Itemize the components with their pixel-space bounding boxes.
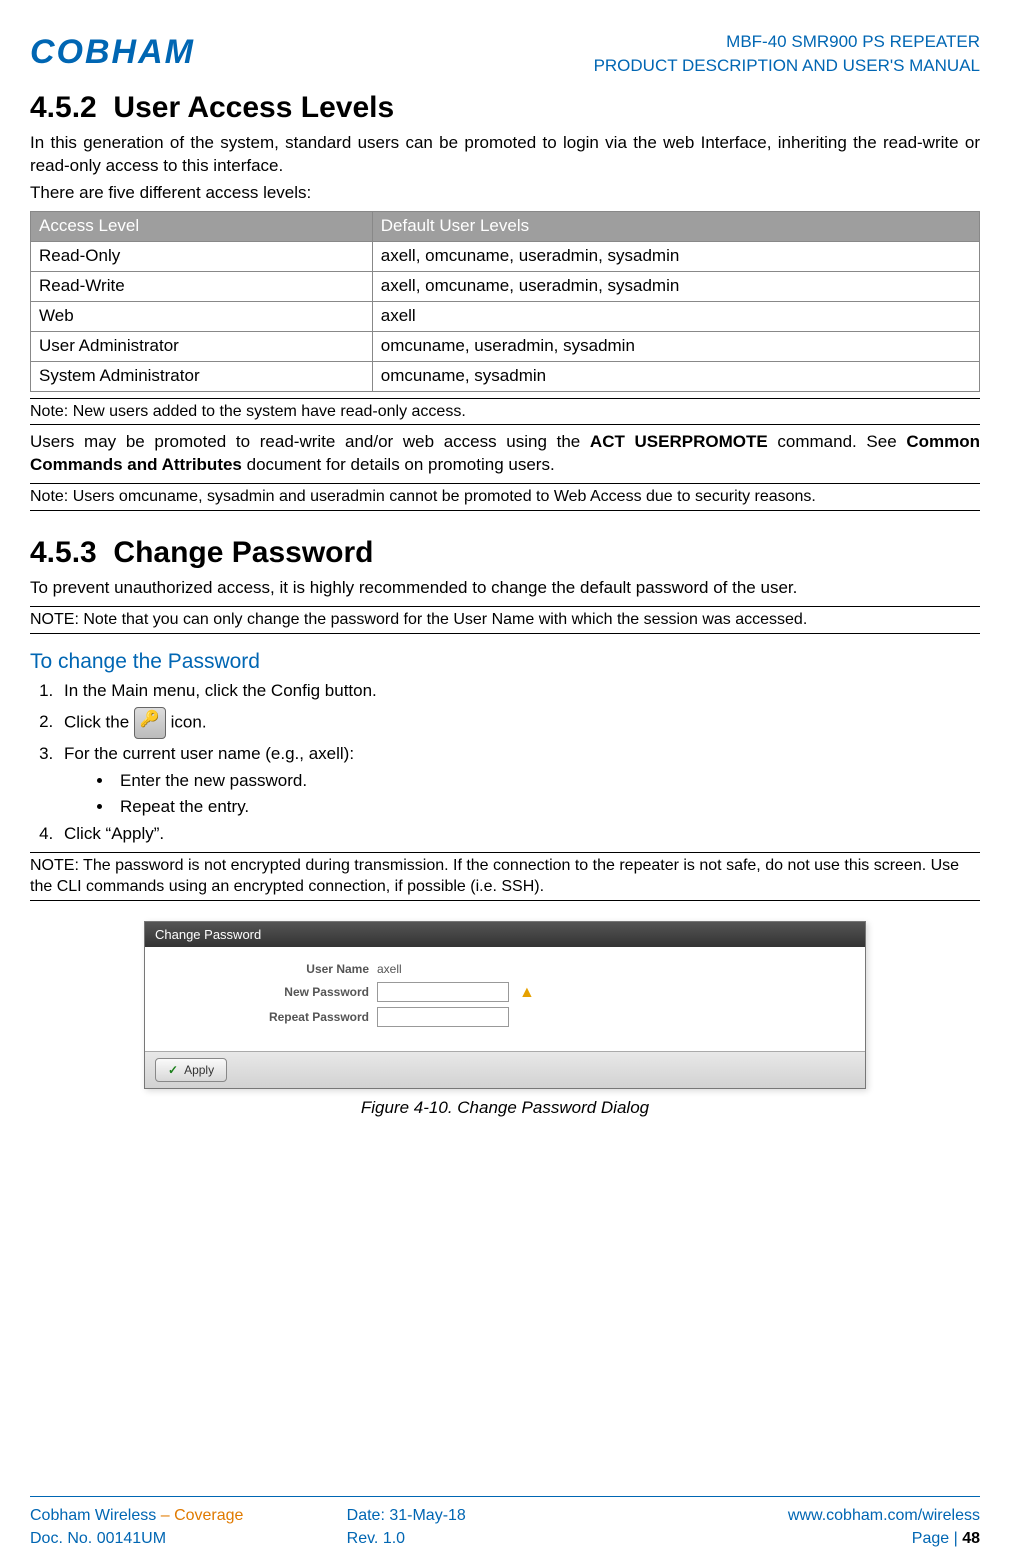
- footer-company-post: Coverage: [174, 1507, 243, 1524]
- table-cell: Read-Write: [31, 271, 373, 301]
- table-cell: axell, omcuname, useradmin, sysadmin: [372, 241, 979, 271]
- step-1: In the Main menu, click the Config butto…: [58, 680, 980, 703]
- table-row: System Administratoromcuname, sysadmin: [31, 361, 980, 391]
- footer-date: 31-May-18: [389, 1507, 465, 1524]
- table-head-0: Access Level: [31, 211, 373, 241]
- text: For the current user name (e.g., axell):: [64, 744, 354, 763]
- table-row: Read-Writeaxell, omcuname, useradmin, sy…: [31, 271, 980, 301]
- table-head-1: Default User Levels: [372, 211, 979, 241]
- note-encryption: NOTE: The password is not encrypted duri…: [30, 852, 980, 901]
- new-password-label: New Password: [169, 984, 369, 1000]
- subhead-change-password: To change the Password: [30, 648, 980, 676]
- table-cell: User Administrator: [31, 331, 373, 361]
- table-row: Read-Onlyaxell, omcuname, useradmin, sys…: [31, 241, 980, 271]
- table-cell: axell, omcuname, useradmin, sysadmin: [372, 271, 979, 301]
- user-name-value: axell: [377, 961, 402, 977]
- section-453-heading: 4.5.3 Change Password: [30, 533, 980, 574]
- section-453-number: 4.5.3: [30, 536, 97, 569]
- section-452-title: User Access Levels: [113, 91, 394, 124]
- text: Users may be promoted to read-write and/…: [30, 432, 590, 451]
- repeat-password-input[interactable]: [377, 1007, 509, 1027]
- section-453-intro: To prevent unauthorized access, it is hi…: [30, 577, 980, 600]
- user-name-label: User Name: [169, 961, 369, 977]
- footer-rev: Rev. 1.0: [347, 1528, 664, 1550]
- table-cell: Read-Only: [31, 241, 373, 271]
- table-cell: omcuname, useradmin, sysadmin: [372, 331, 979, 361]
- apply-label: Apply: [184, 1062, 214, 1078]
- note-new-users: Note: New users added to the system have…: [30, 398, 980, 426]
- table-cell: Web: [31, 301, 373, 331]
- text: command. See: [768, 432, 907, 451]
- table-cell: omcuname, sysadmin: [372, 361, 979, 391]
- step-4: Click “Apply”.: [58, 823, 980, 846]
- change-password-icon: [134, 707, 166, 739]
- brand-logo: COBHAM: [30, 30, 195, 76]
- footer-url: www.cobham.com/wireless: [663, 1505, 980, 1527]
- apply-button[interactable]: ✓ Apply: [155, 1058, 227, 1082]
- footer-company-sep: –: [156, 1507, 174, 1524]
- text: Click the: [64, 712, 134, 731]
- table-row: User Administratoromcuname, useradmin, s…: [31, 331, 980, 361]
- section-452-number: 4.5.2: [30, 91, 97, 124]
- footer-page-label: Page |: [912, 1530, 962, 1547]
- figure-caption: Figure 4-10. Change Password Dialog: [30, 1097, 980, 1120]
- step-3a: Enter the new password.: [114, 770, 980, 793]
- table-row: Webaxell: [31, 301, 980, 331]
- command-name: ACT USERPROMOTE: [590, 432, 768, 451]
- new-password-input[interactable]: [377, 982, 509, 1002]
- section-452-intro1: In this generation of the system, standa…: [30, 132, 980, 178]
- step-3b: Repeat the entry.: [114, 796, 980, 819]
- note-web-access: Note: Users omcuname, sysadmin and usera…: [30, 483, 980, 511]
- access-levels-table: Access Level Default User Levels Read-On…: [30, 211, 980, 392]
- change-password-dialog: Change Password User Name axell New Pass…: [144, 921, 866, 1090]
- note-session-user: NOTE: Note that you can only change the …: [30, 606, 980, 634]
- table-cell: System Administrator: [31, 361, 373, 391]
- table-cell: axell: [372, 301, 979, 331]
- promote-paragraph: Users may be promoted to read-write and/…: [30, 431, 980, 477]
- text: document for details on promoting users.: [242, 455, 555, 474]
- step-2: Click the icon.: [58, 707, 980, 739]
- repeat-password-label: Repeat Password: [169, 1009, 369, 1025]
- footer-company-pre: Cobham Wireless: [30, 1507, 156, 1524]
- doc-header: MBF-40 SMR900 PS REPEATER PRODUCT DESCRI…: [594, 30, 980, 78]
- footer-docno: Doc. No. 00141UM: [30, 1528, 347, 1550]
- doc-header-line2: PRODUCT DESCRIPTION AND USER'S MANUAL: [594, 54, 980, 78]
- section-452-intro2: There are five different access levels:: [30, 182, 980, 205]
- step-3: For the current user name (e.g., axell):…: [58, 743, 980, 819]
- dialog-title: Change Password: [145, 922, 865, 948]
- page-footer: Cobham Wireless – Coverage Date: 31-May-…: [30, 1496, 980, 1550]
- section-453-title: Change Password: [113, 536, 373, 569]
- doc-header-line1: MBF-40 SMR900 PS REPEATER: [594, 30, 980, 54]
- warning-icon: ▲: [519, 982, 535, 1004]
- change-password-steps: In the Main menu, click the Config butto…: [58, 680, 980, 846]
- footer-date-label: Date:: [347, 1507, 390, 1524]
- section-452-heading: 4.5.2 User Access Levels: [30, 88, 980, 129]
- check-icon: ✓: [168, 1062, 178, 1078]
- footer-page-number: 48: [962, 1530, 980, 1547]
- text: icon.: [166, 712, 207, 731]
